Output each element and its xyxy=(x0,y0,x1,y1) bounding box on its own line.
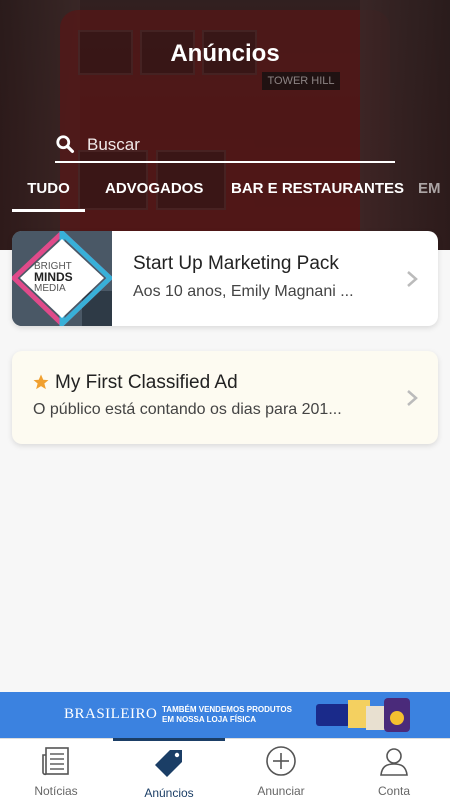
category-tabs: TUDO ADVOGADOS BAR E RESTAURANTES EM xyxy=(0,178,450,218)
nav-anuncios[interactable]: Anúncios xyxy=(113,738,225,800)
search-bar[interactable] xyxy=(55,128,395,163)
ad-brand: BRASILEIRO xyxy=(64,706,158,722)
listing-title: Start Up Marketing Pack xyxy=(133,253,339,274)
listing-card[interactable]: BRIGHT MINDS MEDIA Start Up Marketing Pa… xyxy=(12,231,438,326)
chevron-right-icon xyxy=(407,390,418,406)
tab-advogados[interactable]: ADVOGADOS xyxy=(105,178,203,212)
logo-line-2: MINDS xyxy=(34,270,73,284)
listing-card[interactable]: My First Classified Ad O público está co… xyxy=(12,351,438,444)
nav-noticias[interactable]: Notícias xyxy=(0,739,112,800)
newspaper-icon xyxy=(42,747,69,776)
tag-icon xyxy=(155,750,182,777)
nav-label: Conta xyxy=(377,784,411,798)
logo-line-3: MEDIA xyxy=(34,283,66,294)
listing-subtitle: Aos 10 anos, Emily Magnani ... xyxy=(133,283,354,300)
user-icon xyxy=(380,748,408,776)
page-title: Anúncios xyxy=(170,40,280,67)
listing-thumbnail: BRIGHT MINDS MEDIA xyxy=(12,231,112,326)
nav-label: Anunciar xyxy=(257,784,305,798)
ad-banner[interactable]: BRASILEIRO TAMBÉM VENDEMOS PRODUTOS EM N… xyxy=(0,692,450,738)
listing-title: My First Classified Ad xyxy=(55,372,238,393)
plus-circle-icon xyxy=(266,746,296,776)
tab-bar-e-restaurantes[interactable]: BAR E RESTAURANTES xyxy=(231,178,404,212)
ad-text: TAMBÉM VENDEMOS PRODUTOS EM NOSSA LOJA F… xyxy=(162,705,292,724)
bottom-navigation: Notícias Anúncios Anunciar Conta xyxy=(0,738,450,800)
nav-anunciar[interactable]: Anunciar xyxy=(225,739,337,800)
tab-more[interactable]: EM xyxy=(418,178,441,212)
nav-label: Notícias xyxy=(34,784,78,798)
star-icon xyxy=(33,374,49,390)
nav-label: Anúncios xyxy=(144,786,194,800)
listing-subtitle: O público está contando os dias para 201… xyxy=(33,401,342,418)
header-banner: TOWER HILL Anúncios TUDO ADVOGADOS BAR E… xyxy=(0,0,450,250)
search-input[interactable] xyxy=(87,134,367,155)
chevron-right-icon xyxy=(407,271,418,287)
search-icon[interactable] xyxy=(55,134,77,156)
tab-tudo[interactable]: TUDO xyxy=(12,178,85,212)
ad-product-image xyxy=(316,698,410,732)
nav-conta[interactable]: Conta xyxy=(338,739,450,800)
